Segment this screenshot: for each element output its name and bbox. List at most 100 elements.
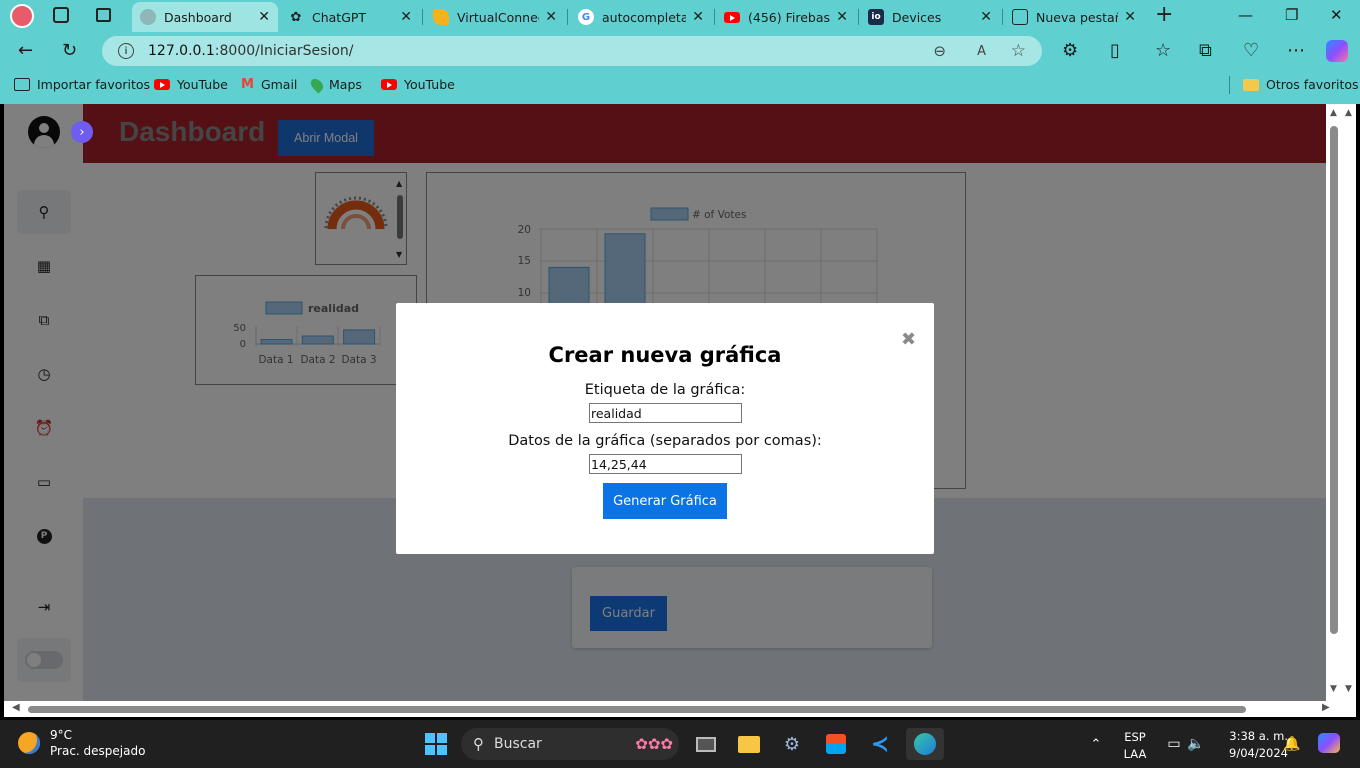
- weather-desc: Prac. despejado: [50, 744, 146, 758]
- vertical-scroll-thumb[interactable]: [1330, 126, 1338, 634]
- tab-separator: [858, 9, 859, 25]
- performance-icon[interactable]: ♡: [1243, 40, 1259, 61]
- notification-bell-icon[interactable]: 🔔: [1276, 728, 1308, 760]
- bookmark-youtube-2[interactable]: YouTube: [381, 77, 455, 92]
- back-icon[interactable]: ←: [18, 40, 33, 61]
- modal-title: Crear nueva gráfica: [548, 343, 782, 367]
- io-icon: io: [868, 9, 884, 25]
- tab-title: autocompletar: [602, 9, 687, 25]
- horizontal-scroll-thumb[interactable]: [28, 706, 1246, 713]
- bookmark-maps[interactable]: Maps: [308, 76, 362, 93]
- scroll-up-icon[interactable]: ▲: [1330, 108, 1337, 118]
- scroll-up-icon[interactable]: ▲: [1345, 108, 1352, 118]
- collections-icon[interactable]: ⧉: [1199, 40, 1212, 61]
- restore-icon[interactable]: ❐: [1285, 6, 1298, 24]
- close-icon[interactable]: ✕: [980, 9, 992, 25]
- address-row: ← ↻ i 127.0.0.1:8000/IniciarSesion/ ⊖ A …: [0, 32, 1360, 70]
- tab-autocompletar[interactable]: G autocompletar ✕: [570, 2, 712, 32]
- new-tab-button[interactable]: +: [1155, 2, 1173, 27]
- tab-separator: [714, 9, 715, 25]
- close-icon[interactable]: ✕: [400, 9, 412, 25]
- close-icon[interactable]: ✕: [545, 9, 557, 25]
- youtube-icon: [724, 9, 740, 25]
- vscode-icon[interactable]: ≺: [864, 728, 896, 760]
- language-indicator[interactable]: ESP LAA: [1118, 730, 1152, 761]
- close-icon[interactable]: ✕: [692, 9, 704, 25]
- tab-chatgpt[interactable]: ✿ ChatGPT ✕: [280, 2, 420, 32]
- tray-chevron-icon[interactable]: ⌃: [1080, 728, 1112, 760]
- copilot-taskbar-icon[interactable]: [1318, 733, 1340, 753]
- address-bar[interactable]: i 127.0.0.1:8000/IniciarSesion/ ⊖ A ☆: [102, 36, 1042, 66]
- workspaces-icon[interactable]: [53, 7, 69, 23]
- volume-icon[interactable]: 🔈: [1180, 728, 1212, 760]
- close-icon[interactable]: ✕: [836, 9, 848, 25]
- scroll-down-icon[interactable]: ▼: [1345, 684, 1352, 694]
- bookmark-label: YouTube: [404, 77, 455, 92]
- sidebar-expand-icon[interactable]: ›: [71, 121, 93, 143]
- other-favorites[interactable]: Otros favoritos: [1243, 77, 1359, 92]
- window-close-icon[interactable]: ✕: [1330, 6, 1343, 24]
- info-icon[interactable]: i: [118, 43, 134, 59]
- search-icon: ⚲: [473, 735, 484, 753]
- taskbar-search[interactable]: ⚲ Buscar ✿✿✿: [461, 728, 679, 760]
- url-text[interactable]: 127.0.0.1:8000/IniciarSesion/: [148, 43, 354, 59]
- tab-title: Nueva pestaña: [1036, 9, 1118, 25]
- favorite-star-icon[interactable]: ☆: [1011, 41, 1026, 61]
- gmail-icon: M: [241, 77, 254, 92]
- bookmark-label: Importar favoritos: [37, 77, 151, 92]
- tab-strip: Dashboard ✕ ✿ ChatGPT ✕ VirtualConnect ✕…: [0, 0, 1360, 32]
- newtab-icon: [1012, 9, 1028, 25]
- close-icon[interactable]: ✕: [1124, 9, 1136, 25]
- split-screen-icon[interactable]: ▯: [1110, 40, 1120, 61]
- edge-icon[interactable]: [906, 728, 944, 760]
- tab-virtualconnect[interactable]: VirtualConnect ✕: [425, 2, 565, 32]
- scroll-down-icon[interactable]: ▼: [1330, 684, 1337, 694]
- start-button[interactable]: [420, 728, 452, 760]
- zoom-icon[interactable]: ⊖: [933, 42, 946, 60]
- search-placeholder: Buscar: [494, 736, 542, 752]
- bookmark-youtube[interactable]: YouTube: [154, 77, 228, 92]
- profile-avatar[interactable]: [10, 4, 34, 28]
- chart-data-input[interactable]: [589, 454, 742, 474]
- tab-firebase[interactable]: (456) Firebase ✕: [716, 2, 856, 32]
- copilot-icon[interactable]: [1326, 40, 1348, 62]
- tab-actions-icon[interactable]: [96, 8, 111, 22]
- import-icon: [14, 78, 30, 91]
- settings-icon[interactable]: ⚙: [776, 728, 808, 760]
- tab-devices[interactable]: io Devices ✕: [860, 2, 1000, 32]
- tulips-icon: ✿✿✿: [635, 735, 673, 753]
- vertical-scrollbar[interactable]: ▲ ▼ ▲ ▼: [1326, 104, 1356, 701]
- extensions-icon[interactable]: ⚙: [1062, 40, 1078, 61]
- more-icon[interactable]: ⋯: [1287, 40, 1305, 61]
- favorites-icon[interactable]: ☆: [1155, 40, 1171, 61]
- tab-new[interactable]: Nueva pestaña ✕: [1004, 2, 1144, 32]
- tab-title: (456) Firebase: [748, 9, 831, 25]
- folder-icon: [1243, 78, 1259, 91]
- bookmark-gmail[interactable]: M Gmail: [241, 77, 297, 92]
- tab-title: ChatGPT: [312, 9, 367, 25]
- refresh-icon[interactable]: ↻: [62, 40, 77, 61]
- tab-title: Devices: [892, 9, 942, 25]
- horizontal-scrollbar[interactable]: ◀ ▶: [4, 701, 1356, 717]
- minimize-icon[interactable]: —: [1238, 6, 1253, 24]
- store-icon[interactable]: [820, 728, 852, 760]
- read-aloud-icon[interactable]: A: [977, 44, 986, 59]
- youtube-icon: [381, 79, 397, 90]
- tab-dashboard[interactable]: Dashboard ✕: [132, 2, 278, 32]
- weather-widget[interactable]: 9°C Prac. despejado: [18, 728, 158, 762]
- scroll-left-icon[interactable]: ◀: [12, 702, 20, 713]
- maps-icon: [308, 76, 326, 93]
- bookmark-import[interactable]: Importar favoritos: [14, 77, 150, 92]
- bookmark-separator: [1229, 76, 1230, 94]
- task-view-icon[interactable]: [690, 728, 722, 760]
- generate-chart-button[interactable]: Generar Gráfica: [603, 483, 727, 519]
- close-icon[interactable]: ✕: [258, 9, 270, 25]
- bookmark-label: Gmail: [260, 77, 298, 92]
- chart-label-input[interactable]: [589, 403, 742, 423]
- file-explorer-icon[interactable]: [733, 728, 765, 760]
- scroll-right-icon[interactable]: ▶: [1322, 702, 1330, 713]
- firebase-icon: [433, 9, 449, 25]
- chatgpt-icon: ✿: [290, 9, 302, 25]
- language-code: ESP: [1124, 730, 1146, 744]
- keyboard-layout: LAA: [1123, 747, 1147, 761]
